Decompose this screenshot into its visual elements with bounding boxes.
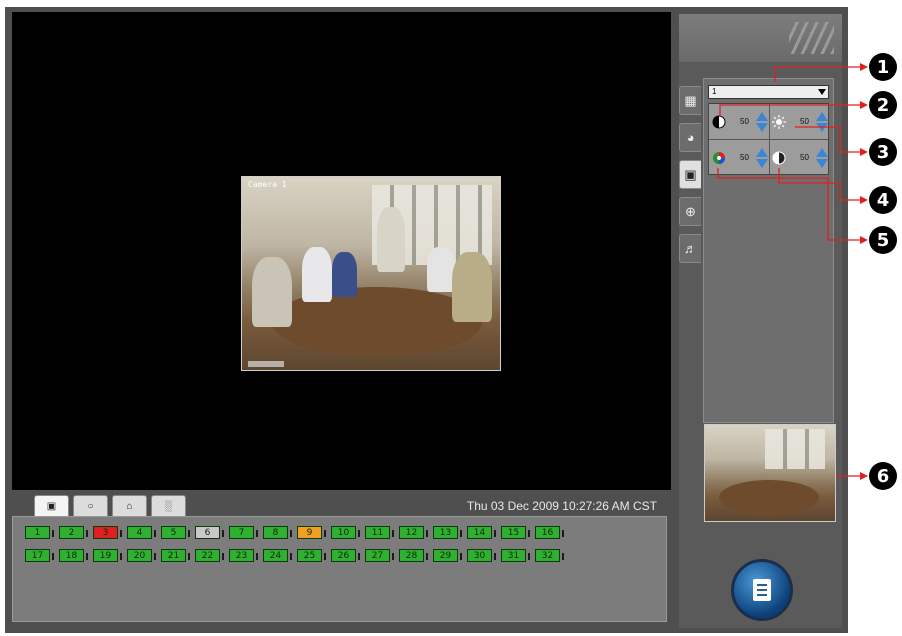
callout-6: 6 bbox=[869, 462, 897, 490]
callout-5: 5 bbox=[869, 226, 897, 254]
callout-4: 4 bbox=[869, 186, 897, 214]
callout-3: 3 bbox=[869, 138, 897, 166]
callout-2: 2 bbox=[869, 91, 897, 119]
callout-lines bbox=[717, 63, 868, 480]
callout-1: 1 bbox=[869, 53, 897, 81]
